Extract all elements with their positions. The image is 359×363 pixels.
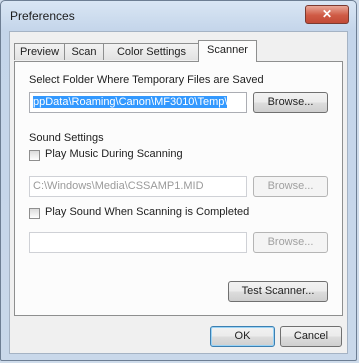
title-bar[interactable]: Preferences ✕ [1, 1, 356, 31]
test-scanner-button[interactable]: Test Scanner... [228, 281, 328, 302]
play-music-label[interactable]: Play Music During Scanning [45, 148, 183, 160]
preferences-window: Preferences ✕ Preview Scan Color Setting… [0, 0, 357, 361]
play-sound-checkbox[interactable] [29, 208, 40, 219]
play-music-checkbox[interactable] [29, 150, 40, 161]
ok-button[interactable]: OK [210, 326, 275, 347]
tab-preview[interactable]: Preview [14, 43, 65, 60]
close-button[interactable]: ✕ [305, 5, 349, 24]
temp-folder-browse-button[interactable]: Browse... [253, 92, 328, 113]
sound-settings-label: Sound Settings [29, 132, 104, 144]
music-path-value: C:\Windows\Media\CSSAMP1.MID [33, 180, 204, 192]
tab-scanner[interactable]: Scanner [198, 40, 257, 62]
tab-color-settings[interactable]: Color Settings [103, 43, 200, 60]
music-browse-button[interactable]: Browse... [253, 176, 328, 197]
scanner-tab-panel: Select Folder Where Temporary Files are … [14, 61, 343, 316]
temp-folder-field[interactable]: ppData\Roaming\Canon\MF3010\Temp\ [29, 92, 247, 113]
play-sound-label[interactable]: Play Sound When Scanning is Completed [45, 206, 249, 218]
cancel-button[interactable]: Cancel [280, 326, 342, 347]
temp-folder-value: ppData\Roaming\Canon\MF3010\Temp\ [33, 96, 228, 108]
close-icon: ✕ [321, 7, 333, 21]
sound-path-field[interactable] [29, 232, 247, 253]
dialog-body: Preview Scan Color Settings Scanner Sele… [9, 31, 348, 354]
tab-scan[interactable]: Scan [64, 43, 104, 60]
window-title: Preferences [10, 9, 75, 23]
music-path-field[interactable]: C:\Windows\Media\CSSAMP1.MID [29, 176, 247, 197]
temp-folder-label: Select Folder Where Temporary Files are … [29, 74, 264, 86]
sound-browse-button[interactable]: Browse... [253, 232, 328, 253]
